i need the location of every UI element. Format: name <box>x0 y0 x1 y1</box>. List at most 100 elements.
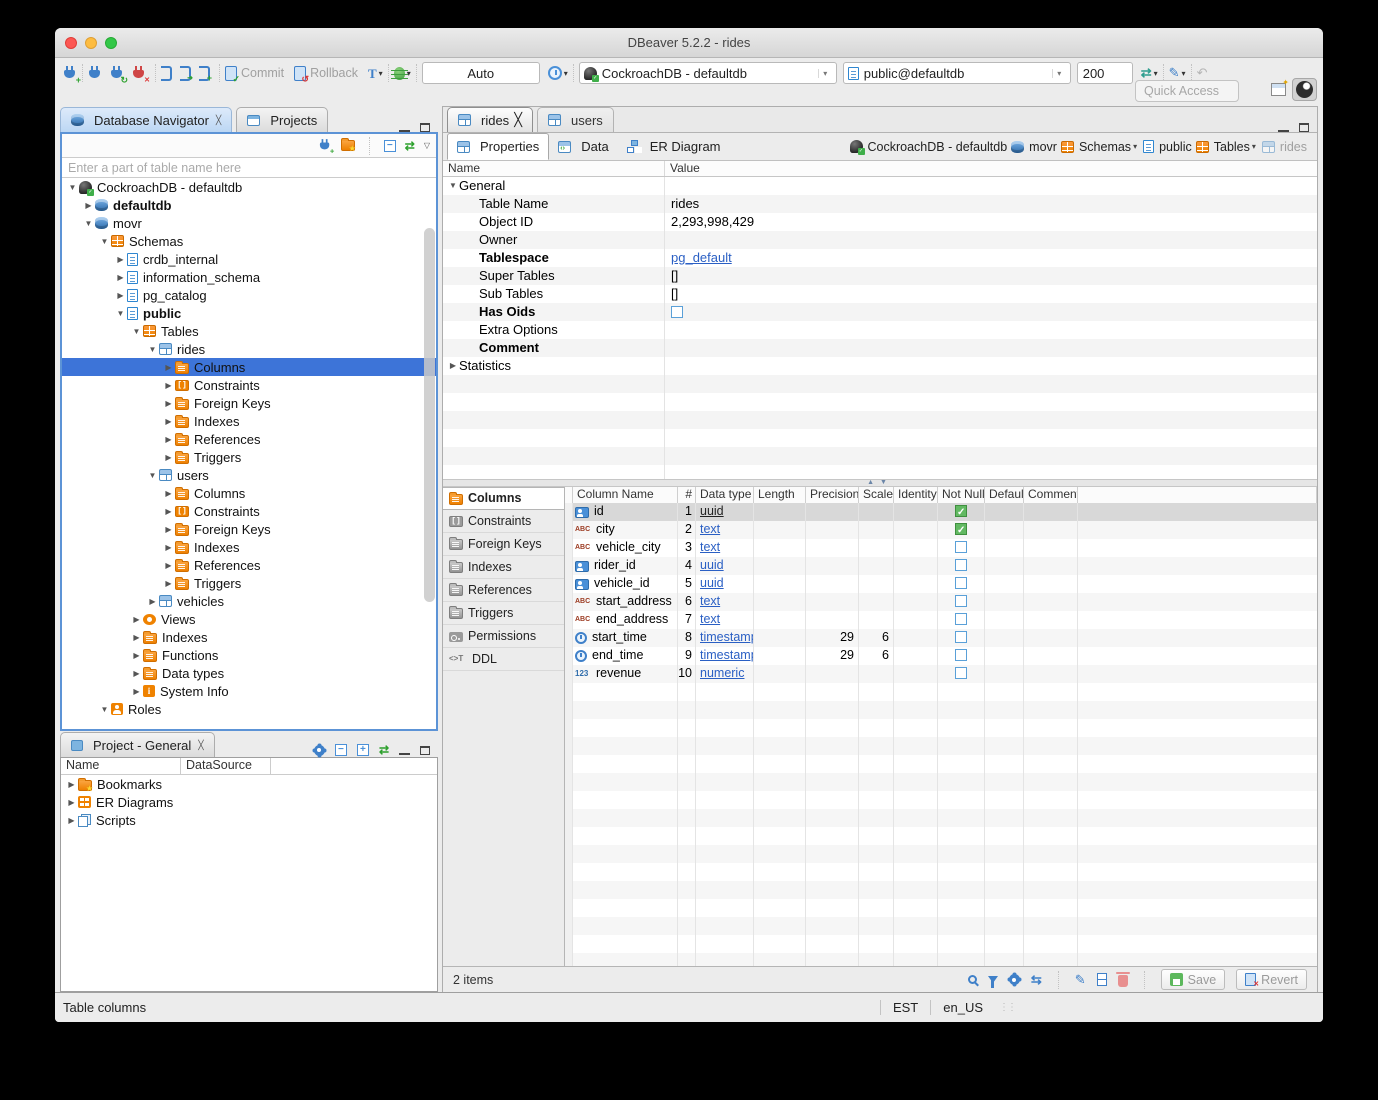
expand-arrow-icon[interactable]: ▶ <box>162 363 175 372</box>
dbeaver-perspective-button[interactable] <box>1292 78 1317 101</box>
collapse-arrow-icon[interactable]: ▼ <box>98 705 111 714</box>
tree-item-public[interactable]: ▼public <box>62 304 436 322</box>
not-null-checkbox[interactable] <box>955 595 967 607</box>
collapse-arrow-icon[interactable]: ▼ <box>447 177 459 195</box>
zoom-window-button[interactable] <box>105 37 117 49</box>
open-perspective-icon[interactable] <box>1271 83 1286 96</box>
project-link-icon[interactable]: ⇄ <box>379 743 389 757</box>
breadcrumb-item-rides[interactable]: rides <box>1262 140 1307 154</box>
search-icon[interactable] <box>968 975 977 984</box>
minimize-view-icon[interactable] <box>399 123 410 132</box>
tree-item-triggers[interactable]: ▶Triggers <box>62 448 436 466</box>
property-row-tablespace[interactable]: Tablespacepg_default <box>443 249 1317 267</box>
chevron-down-icon[interactable]: ▾ <box>1133 142 1137 151</box>
edit-pencil-icon[interactable]: ✎ <box>1075 972 1086 988</box>
tree-item-functions[interactable]: ▶Functions <box>62 646 436 664</box>
grid-header-comment[interactable]: Comment <box>1024 487 1078 503</box>
add-row-icon[interactable] <box>1097 973 1107 986</box>
tree-item-constraints[interactable]: ▶[]Constraints <box>62 502 436 520</box>
grid-header-length[interactable]: Length <box>754 487 806 503</box>
collapse-arrow-icon[interactable]: ▼ <box>114 309 127 318</box>
data-type-link[interactable]: text <box>700 540 720 554</box>
breadcrumb-item-cockroachdb-defaultdb[interactable]: CockroachDB - defaultdb <box>850 140 1008 154</box>
grid-header-identity[interactable]: Identity <box>894 487 938 503</box>
detail-tab-foreign-keys[interactable]: Foreign Keys <box>443 533 564 556</box>
close-icon[interactable]: ╳ <box>514 112 522 128</box>
quick-access-input[interactable]: Quick Access <box>1135 80 1239 102</box>
expand-arrow-icon[interactable]: ▶ <box>162 417 175 426</box>
data-type-link[interactable]: uuid <box>700 558 724 572</box>
not-null-checkbox[interactable] <box>955 577 967 589</box>
properties-col-value[interactable]: Value <box>665 161 1317 176</box>
sync-icon[interactable]: ⇆ <box>1031 972 1042 988</box>
expand-arrow-icon[interactable]: ▶ <box>82 201 95 210</box>
gear-icon[interactable] <box>1009 974 1020 985</box>
expand-arrow-icon[interactable]: ▶ <box>162 381 175 390</box>
column-row-start-address[interactable]: ABCstart_address6text <box>565 593 1317 611</box>
tab-project-general[interactable]: Project - General ╳ <box>60 732 215 757</box>
expand-arrow-icon[interactable]: ▶ <box>162 561 175 570</box>
maximize-editor-icon[interactable] <box>1299 123 1309 132</box>
expand-arrow-icon[interactable]: ▶ <box>114 255 127 264</box>
tab-properties[interactable]: Properties <box>447 133 549 160</box>
debug-icon[interactable] <box>394 67 405 80</box>
tree-item-cockroachdb-defaultdb[interactable]: ▼CockroachDB - defaultdb <box>62 178 436 196</box>
delete-row-icon[interactable] <box>1118 975 1128 987</box>
maximize-view-icon[interactable] <box>420 123 430 132</box>
disconnect-icon[interactable] <box>132 66 146 81</box>
tree-item-vehicles[interactable]: ▶vehicles <box>62 592 436 610</box>
tree-item-data-types[interactable]: ▶Data types <box>62 664 436 682</box>
close-icon[interactable]: ╳ <box>216 115 221 126</box>
expand-arrow-icon[interactable]: ▶ <box>447 357 459 375</box>
property-row-super-tables[interactable]: Super Tables[] <box>443 267 1317 285</box>
property-row-comment[interactable]: Comment <box>443 339 1317 357</box>
editor-tab-users[interactable]: users <box>537 107 614 132</box>
collapse-arrow-icon[interactable]: ▼ <box>66 183 79 192</box>
tab-er-diagram[interactable]: ER Diagram <box>618 133 730 160</box>
breadcrumb-item-public[interactable]: public <box>1143 140 1192 154</box>
tree-item-crdb-internal[interactable]: ▶crdb_internal <box>62 250 436 268</box>
grid-header-[interactable]: # <box>678 487 696 503</box>
breadcrumb-item-movr[interactable]: movr <box>1011 140 1057 154</box>
close-window-button[interactable] <box>65 37 77 49</box>
expand-arrow-icon[interactable]: ▶ <box>114 291 127 300</box>
expand-arrow-icon[interactable]: ▶ <box>130 651 143 660</box>
project-settings-gear-icon[interactable] <box>314 745 325 756</box>
tree-item-schemas[interactable]: ▼Schemas <box>62 232 436 250</box>
column-row-city[interactable]: ABCcity2text <box>565 521 1317 539</box>
expand-arrow-icon[interactable]: ▶ <box>146 597 159 606</box>
project-col-datasource[interactable]: DataSource <box>181 758 271 774</box>
tree-item-foreign-keys[interactable]: ▶Foreign Keys <box>62 394 436 412</box>
expand-arrow-icon[interactable]: ▶ <box>162 489 175 498</box>
detail-tab-permissions[interactable]: Permissions <box>443 625 564 648</box>
tree-item-indexes[interactable]: ▶Indexes <box>62 628 436 646</box>
not-null-checkbox[interactable] <box>955 559 967 571</box>
breadcrumb-item-schemas[interactable]: Schemas▾ <box>1061 140 1139 154</box>
collapse-arrow-icon[interactable]: ▼ <box>130 327 143 336</box>
tree-item-system-info[interactable]: ▶System Info <box>62 682 436 700</box>
collapse-arrow-icon[interactable]: ▼ <box>82 219 95 228</box>
tree-item-indexes[interactable]: ▶Indexes <box>62 412 436 430</box>
expand-arrow-icon[interactable]: ▶ <box>162 399 175 408</box>
not-null-checkbox[interactable] <box>955 541 967 553</box>
column-row-revenue[interactable]: 123revenue10numeric <box>565 665 1317 683</box>
fetch-size-input[interactable] <box>1077 62 1133 84</box>
project-collapse-all-icon[interactable]: − <box>335 744 347 756</box>
expand-arrow-icon[interactable]: ▶ <box>130 633 143 642</box>
back-icon[interactable]: ↶ <box>1197 65 1208 81</box>
grid-header-column-name[interactable]: Column Name <box>573 487 678 503</box>
filter-icon[interactable] <box>988 976 998 983</box>
not-null-checkbox[interactable] <box>955 505 967 517</box>
tree-item-information-schema[interactable]: ▶information_schema <box>62 268 436 286</box>
column-row-rider-id[interactable]: rider_id4uuid <box>565 557 1317 575</box>
collapse-arrow-icon[interactable]: ▼ <box>146 471 159 480</box>
tree-item-users[interactable]: ▼users <box>62 466 436 484</box>
connect-icon[interactable] <box>88 66 102 81</box>
not-null-checkbox[interactable] <box>955 667 967 679</box>
collapse-arrow-icon[interactable]: ▼ <box>146 345 159 354</box>
data-type-link[interactable]: text <box>700 522 720 536</box>
chevron-down-icon[interactable]: ▾ <box>1252 142 1256 151</box>
horizontal-splitter[interactable]: ▲▼ <box>443 479 1317 487</box>
tree-item-tables[interactable]: ▼Tables <box>62 322 436 340</box>
schema-combo[interactable]: public@defaultdb ▾ <box>843 62 1071 84</box>
